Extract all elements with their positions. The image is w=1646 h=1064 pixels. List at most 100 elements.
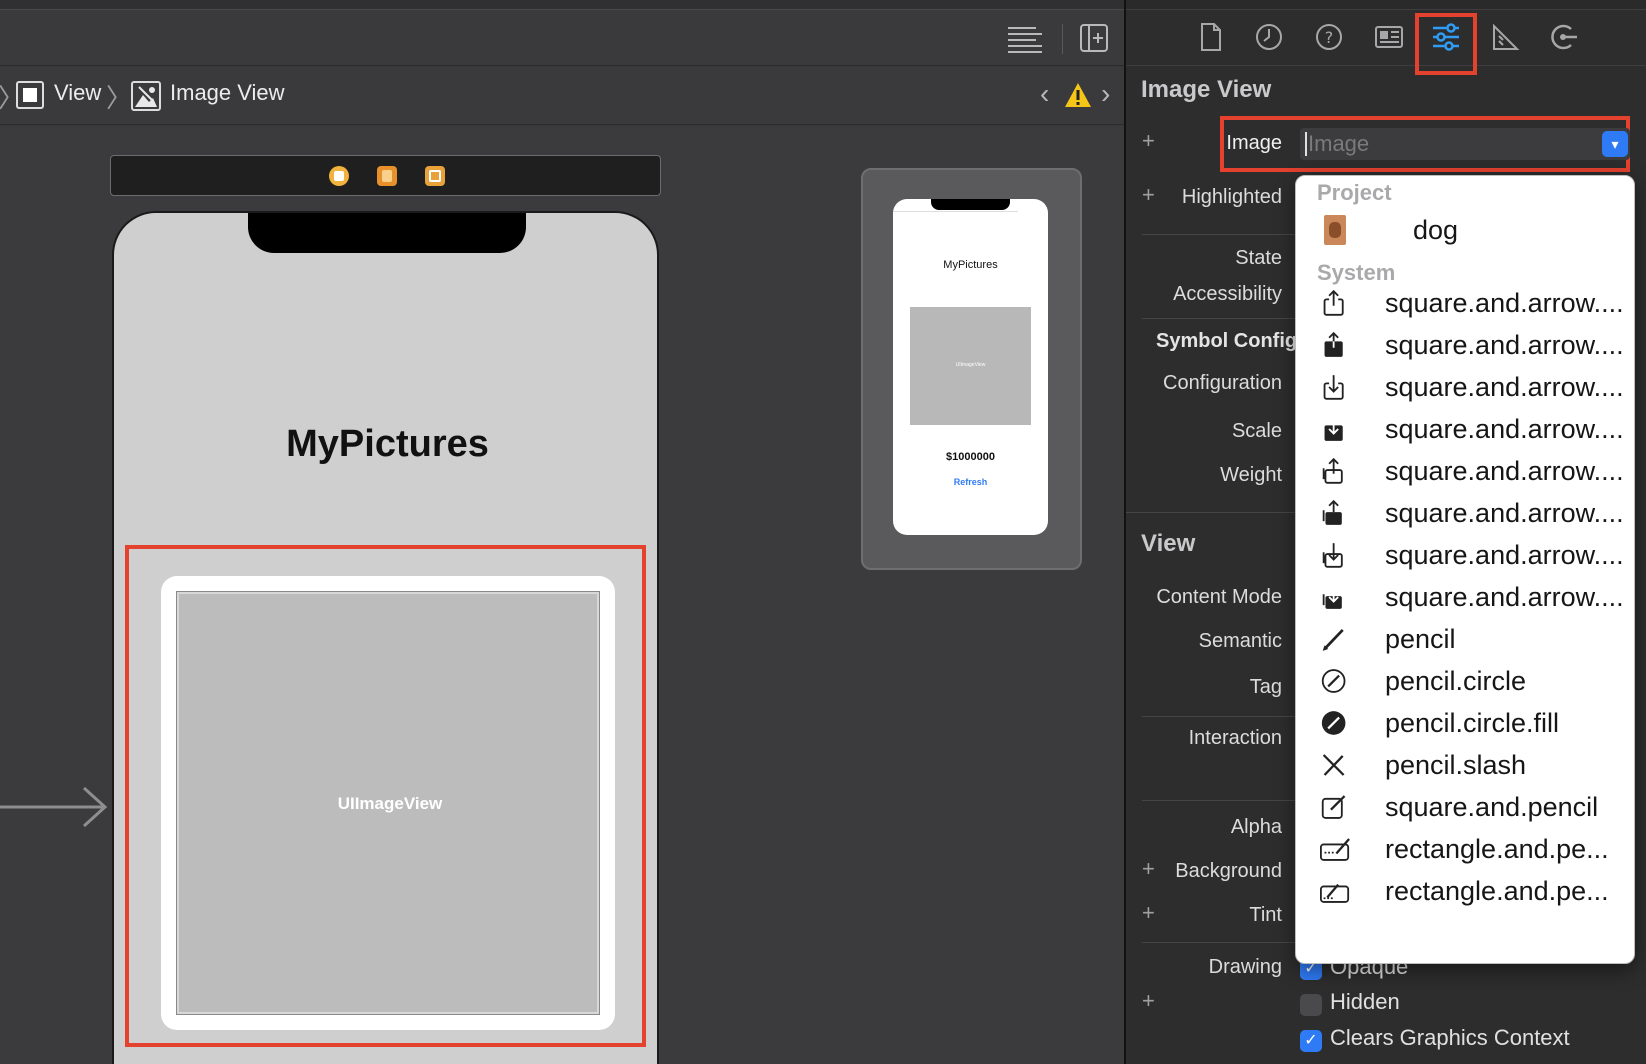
rectangle-pencil-2-icon: [1320, 883, 1350, 903]
view-icon[interactable]: [16, 81, 44, 109]
scene-title-label[interactable]: MyPictures: [114, 423, 657, 466]
pencil-slash-icon: [1322, 754, 1345, 776]
hidden-checkbox[interactable]: [1300, 994, 1322, 1016]
storyboard-editor: 〉 View 〉 Image View ‹ › MyPictures UIIma…: [0, 0, 1124, 1064]
attributes-tab-highlight: [1415, 13, 1477, 75]
breadcrumb-chevron-icon: 〉: [106, 83, 133, 113]
inspector-tab-bar: ?: [1126, 10, 1646, 66]
dropdown-item-pencil-circle[interactable]: pencil.circle: [1296, 659, 1634, 703]
dropdown-item-share-fill[interactable]: square.and.arrow....: [1296, 323, 1634, 367]
exit-icon[interactable]: [425, 166, 445, 186]
dropdown-item-label: pencil.slash: [1385, 750, 1527, 780]
dropdown-item-share[interactable]: square.and.arrow....: [1296, 281, 1634, 325]
download-stack-icon: [1322, 543, 1343, 568]
preview-title: MyPictures: [943, 259, 998, 271]
preview-image-label: UIImageView: [955, 362, 986, 368]
content-mode-label: Content Mode: [1156, 586, 1282, 608]
image-view-section-title: Image View: [1141, 76, 1272, 103]
hidden-label: Hidden: [1330, 989, 1400, 1014]
chevron-left-icon[interactable]: ‹: [1040, 78, 1049, 110]
download-icon: [1323, 375, 1344, 400]
size-icon[interactable]: [1490, 22, 1520, 52]
background-label: Background: [1175, 860, 1282, 882]
dropdown-item-rectangle-pencil[interactable]: rectangle.and.pe...: [1296, 827, 1634, 871]
view-section-title: View: [1141, 530, 1196, 557]
preview-price-label: $1000000: [946, 451, 995, 463]
history-icon[interactable]: [1254, 22, 1284, 52]
weight-label: Weight: [1220, 464, 1282, 486]
image-view-icon[interactable]: [131, 81, 161, 111]
dropdown-item-rectangle-pencil-2[interactable]: rectangle.and.pe...: [1296, 869, 1634, 913]
file-inspector-icon[interactable]: [1196, 22, 1226, 52]
breadcrumb-view[interactable]: View: [54, 80, 101, 106]
first-responder-icon[interactable]: [377, 166, 397, 186]
dropdown-item-download-stack[interactable]: square.and.arrow....: [1296, 533, 1634, 577]
warning-icon[interactable]: [1064, 82, 1092, 108]
chevron-right-icon[interactable]: ›: [1101, 78, 1110, 110]
square-pencil-icon: [1321, 795, 1346, 819]
inspector-top-strip: [1126, 0, 1646, 10]
tint-label: Tint: [1249, 904, 1282, 926]
dropdown-item-share-stack-fill[interactable]: square.and.arrow....: [1296, 491, 1634, 535]
dropdown-item-download-stack-fill[interactable]: square.and.arrow....: [1296, 575, 1634, 619]
dropdown-item-pencil-circle-fill[interactable]: pencil.circle.fill: [1296, 701, 1634, 745]
image-name-combobox[interactable]: Image ▾: [1300, 128, 1630, 160]
pencil-circle-icon: [1321, 669, 1346, 693]
dropdown-item-label: square.and.arrow....: [1385, 498, 1624, 528]
jump-bar: [0, 67, 1124, 125]
connections-icon[interactable]: [1549, 22, 1579, 52]
rectangle-pencil-icon: [1320, 838, 1350, 861]
chevron-down-icon[interactable]: ▾: [1602, 131, 1628, 157]
share-stack-fill-icon: [1322, 499, 1342, 525]
preview-phone: MyPictures UIImageView $1000000 Refresh: [893, 199, 1048, 535]
download-fill-icon: [1324, 417, 1343, 441]
interaction-label: Interaction: [1188, 727, 1282, 749]
preview-refresh-button: Refresh: [953, 477, 988, 487]
clears-graphics-context-checkbox[interactable]: ✓: [1300, 1030, 1322, 1052]
breadcrumb-image-view[interactable]: Image View: [170, 80, 285, 106]
add-editor-icon[interactable]: [1079, 23, 1109, 53]
dropdown-item-label: square.and.arrow....: [1385, 372, 1624, 402]
pencil-circle-fill-icon: [1321, 711, 1346, 735]
dropdown-item-dog[interactable]: dog: [1296, 208, 1634, 252]
scale-label: Scale: [1231, 420, 1282, 442]
dropdown-item-label: square.and.arrow....: [1385, 456, 1624, 486]
image-suggestions-dropdown[interactable]: Project dog System square.and.arrow.... s…: [1295, 175, 1635, 964]
dropdown-item-label: square.and.pencil: [1385, 792, 1599, 822]
view-controller-icon[interactable]: [329, 166, 349, 186]
state-label: State: [1235, 247, 1282, 269]
pencil-icon: [1322, 628, 1344, 651]
symbol-config-label: Symbol Config: [1156, 330, 1298, 352]
scene-preview-thumbnail[interactable]: MyPictures UIImageView $1000000 Refresh: [861, 168, 1082, 570]
help-icon[interactable]: ?: [1314, 22, 1344, 52]
dropdown-item-label: rectangle.and.pe...: [1385, 834, 1609, 864]
add-hidden-variant-icon[interactable]: +: [1142, 988, 1155, 1014]
svg-text:?: ?: [1325, 28, 1334, 47]
dropdown-item-pencil-slash[interactable]: pencil.slash: [1296, 743, 1634, 787]
identity-icon[interactable]: [1374, 22, 1404, 52]
dropdown-item-label: pencil.circle.fill: [1385, 708, 1560, 738]
dropdown-item-square-pencil[interactable]: square.and.pencil: [1296, 785, 1634, 829]
dropdown-item-label: rectangle.and.pe...: [1385, 876, 1609, 906]
image-view-selection-highlight: [125, 545, 646, 1047]
dropdown-item-download[interactable]: square.and.arrow....: [1296, 365, 1634, 409]
share-stack-icon: [1322, 457, 1343, 484]
dropdown-item-share-stack[interactable]: square.and.arrow....: [1296, 449, 1634, 493]
text-caret: [1305, 132, 1307, 156]
editor-toolbar: [0, 10, 1124, 66]
dropdown-item-label: pencil: [1385, 624, 1456, 654]
preview-separator: [893, 211, 1018, 212]
dropdown-item-label: pencil.circle: [1385, 666, 1527, 696]
editor-options-icon[interactable]: [1006, 25, 1044, 53]
accessibility-label: Accessibility: [1173, 283, 1282, 305]
drawing-label: Drawing: [1208, 956, 1282, 978]
image-field-placeholder: Image: [1308, 131, 1370, 156]
dropdown-item-pencil[interactable]: pencil: [1296, 617, 1634, 661]
dropdown-item-label: square.and.arrow....: [1385, 582, 1624, 612]
clears-graphics-context-label: Clears Graphics Context: [1330, 1025, 1570, 1050]
dropdown-item-download-fill[interactable]: square.and.arrow....: [1296, 407, 1634, 451]
dropdown-item-label: square.and.arrow....: [1385, 540, 1624, 570]
entry-point-arrow-icon[interactable]: [0, 787, 110, 827]
alpha-label: Alpha: [1230, 816, 1282, 838]
dropdown-item-label: dog: [1413, 215, 1459, 245]
